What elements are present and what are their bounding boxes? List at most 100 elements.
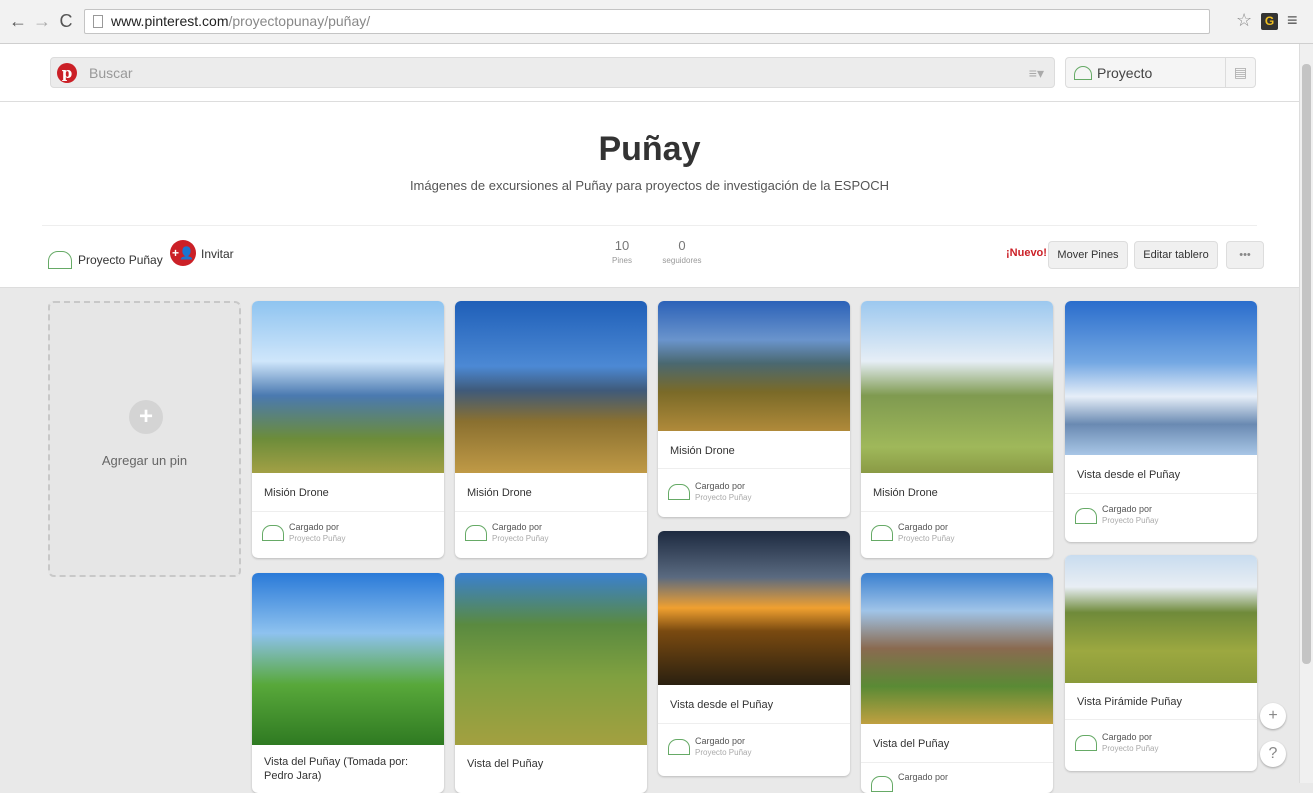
pin-source-name[interactable]: Proyecto Puñay (695, 493, 751, 502)
invite-icon[interactable]: +👤 (170, 240, 196, 266)
board-header: Puñay Imágenes de excursiones al Puñay p… (0, 102, 1299, 288)
pin-uploaded-by: Cargado por (1102, 732, 1153, 742)
followers-count-label: seguidores (662, 256, 702, 265)
source-avatar (262, 525, 284, 541)
bookmark-star-icon[interactable]: ☆ (1236, 10, 1252, 31)
add-pin-label: Agregar un pin (101, 453, 188, 468)
pin-card[interactable]: Vista desde el Puñay Cargado por Proyect… (1065, 301, 1257, 542)
pin-uploaded-by: Cargado por (695, 481, 746, 491)
pin-uploaded-by: Cargado por (492, 522, 543, 532)
pin-source-name[interactable]: Proyecto Puñay (898, 534, 954, 543)
pin-source-name[interactable]: Proyecto Puñay (1102, 744, 1158, 753)
profile-avatar-icon (1074, 66, 1092, 80)
help-button[interactable]: ? (1260, 741, 1286, 767)
divider (252, 511, 444, 512)
extension-icon[interactable]: G (1261, 13, 1278, 30)
pin-uploaded-by: Cargado por (898, 772, 949, 782)
pin-card[interactable]: Vista desde el Puñay Cargado por Proyect… (658, 531, 850, 776)
pin-card[interactable]: Vista Pirámide Puñay Cargado por Proyect… (1065, 555, 1257, 771)
reload-icon[interactable]: C (56, 10, 76, 32)
pin-image[interactable] (658, 301, 850, 431)
source-avatar (1075, 735, 1097, 751)
add-floating-button[interactable]: + (1260, 703, 1286, 729)
divider (42, 225, 1257, 226)
add-icon: + (129, 400, 163, 434)
owner-avatar (48, 251, 72, 269)
pin-image[interactable] (861, 573, 1053, 724)
pin-card[interactable]: Misión Drone Cargado por Proyecto Puñay (861, 301, 1053, 558)
pin-image[interactable] (455, 573, 647, 745)
divider (658, 468, 850, 469)
scrollbar-thumb[interactable] (1302, 64, 1311, 664)
pin-card[interactable]: Misión Drone Cargado por Proyecto Puñay (252, 301, 444, 558)
pin-uploaded-by: Cargado por (898, 522, 949, 532)
pin-uploaded-by: Cargado por (289, 522, 340, 532)
edit-board-button[interactable]: Editar tablero (1134, 241, 1218, 269)
url-host: www.pinterest.com (111, 13, 229, 29)
profile-label: Proyecto (1097, 65, 1153, 81)
forward-icon[interactable]: → (32, 10, 52, 32)
divider (1065, 719, 1257, 720)
divider (658, 723, 850, 724)
pin-source-name[interactable]: Proyecto Puñay (289, 534, 345, 543)
divider (455, 511, 647, 512)
pin-image[interactable] (252, 301, 444, 473)
notifications-icon[interactable]: ▤ (1225, 57, 1256, 88)
pin-description: Misión Drone (670, 445, 735, 457)
source-avatar (871, 525, 893, 541)
divider (861, 511, 1053, 512)
pin-description: Vista desde el Puñay (1077, 469, 1181, 481)
pins-count-number: 10 (614, 238, 630, 253)
profile-button[interactable]: Proyecto (1065, 57, 1226, 88)
search-input[interactable]: Buscar (89, 65, 133, 81)
pin-card[interactable]: Vista del Puñay Cargado por (861, 573, 1053, 793)
pin-description: Misión Drone (467, 487, 532, 499)
browser-menu-icon[interactable]: ≡ (1287, 10, 1298, 31)
pin-description: Misión Drone (264, 487, 329, 499)
pin-card[interactable]: Misión Drone Cargado por Proyecto Puñay (455, 301, 647, 558)
followers-count[interactable]: 0 seguidores (654, 238, 710, 265)
pins-count[interactable]: 10 Pines (604, 238, 640, 265)
browser-toolbar: ← → C www.pinterest.com/proyectopunay/pu… (0, 0, 1313, 44)
source-avatar (668, 484, 690, 500)
pin-uploaded-by: Cargado por (1102, 504, 1153, 514)
pins-count-label: Pines (611, 256, 632, 265)
pin-image[interactable] (1065, 555, 1257, 683)
add-pin-card[interactable]: + Agregar un pin (48, 301, 241, 577)
pin-image[interactable] (861, 301, 1053, 473)
invite-link[interactable]: Invitar (201, 247, 234, 261)
pin-image[interactable] (1065, 301, 1257, 455)
pin-description: Vista Pirámide Puñay (1077, 696, 1182, 708)
new-badge: ¡Nuevo! (1006, 247, 1047, 259)
pin-image[interactable] (658, 531, 850, 685)
pin-source-name[interactable]: Proyecto Puñay (492, 534, 548, 543)
board-description: Imágenes de excursiones al Puñay para pr… (409, 178, 890, 193)
category-menu-icon[interactable]: ≡▾ (1029, 65, 1044, 82)
pin-card[interactable]: Vista del Puñay (455, 573, 647, 793)
back-icon[interactable]: ← (8, 10, 28, 32)
pin-image[interactable] (252, 573, 444, 745)
url-path: /proyectopunay/puñay/ (228, 13, 371, 29)
divider (1065, 493, 1257, 494)
site-header: p Buscar ≡▾ Proyecto ▤ (0, 44, 1299, 102)
pin-uploaded-by: Cargado por (695, 736, 746, 746)
followers-count-number: 0 (678, 238, 686, 253)
pin-card[interactable]: Misión Drone Cargado por Proyecto Puñay (658, 301, 850, 517)
page-icon (93, 15, 103, 28)
source-avatar (871, 776, 893, 792)
pin-source-name[interactable]: Proyecto Puñay (695, 748, 751, 757)
address-bar[interactable]: www.pinterest.com/proyectopunay/puñay/ (84, 9, 1210, 34)
owner-name: Proyecto Puñay (78, 253, 163, 267)
move-pins-button[interactable]: Mover Pines (1048, 241, 1128, 269)
page-scrollbar[interactable] (1299, 44, 1313, 783)
pinterest-logo-icon[interactable]: p (57, 63, 77, 83)
search-bar[interactable]: p Buscar ≡▾ (50, 57, 1055, 88)
pin-description: Misión Drone (873, 487, 938, 499)
more-options-button[interactable]: ••• (1226, 241, 1264, 269)
pin-description: Vista del Puñay (Tomada por: Pedro Jara) (264, 756, 409, 782)
source-avatar (668, 739, 690, 755)
pin-card[interactable]: Vista del Puñay (Tomada por: Pedro Jara) (252, 573, 444, 793)
divider (861, 762, 1053, 763)
pin-source-name[interactable]: Proyecto Puñay (1102, 516, 1158, 525)
pin-image[interactable] (455, 301, 647, 473)
